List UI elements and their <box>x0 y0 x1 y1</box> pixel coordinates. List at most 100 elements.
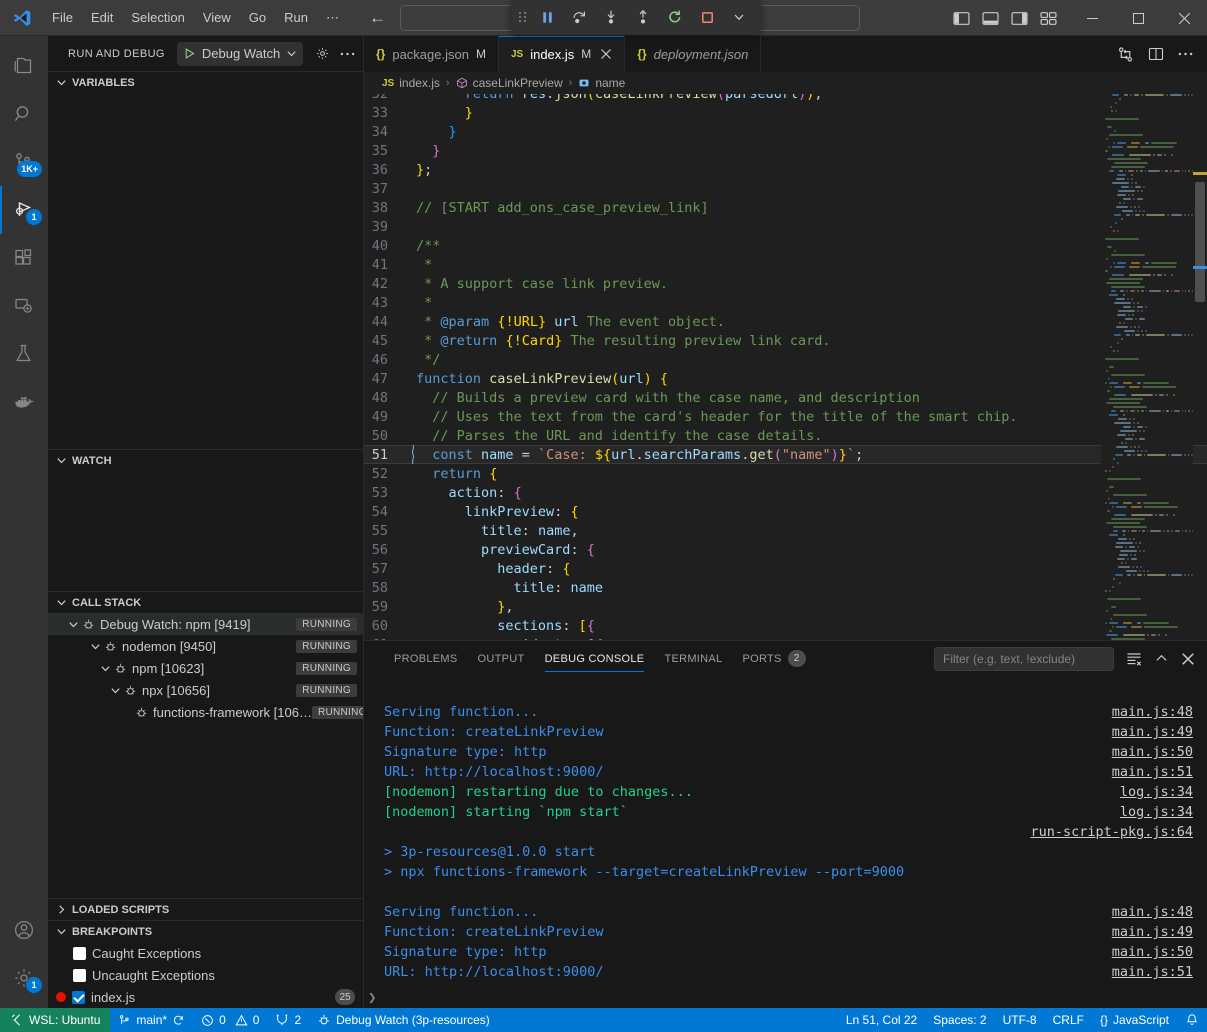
debug-toolbar-drag-handle[interactable] <box>519 12 527 22</box>
code-line[interactable]: 39 <box>364 217 1207 236</box>
activity-bar[interactable]: 1K+ 1 <box>0 36 48 1008</box>
breakpoints-header[interactable]: BREAKPOINTS <box>48 920 363 942</box>
menu-more[interactable]: ⋯ <box>318 6 347 30</box>
call-stack-row[interactable]: npm [10623] RUNNING <box>48 657 363 679</box>
toggle-primary-sidebar-icon[interactable] <box>953 10 970 27</box>
maximize-panel-icon[interactable] <box>1154 651 1169 666</box>
console-source-link[interactable]: main.js:49 <box>1112 724 1193 740</box>
console-input-prompt-icon[interactable]: ❯ <box>368 990 376 1006</box>
toggle-panel-icon[interactable] <box>982 10 999 27</box>
console-filter-input[interactable]: Filter (e.g. text, !exclude) <box>934 647 1114 671</box>
code-line[interactable]: 35 } <box>364 141 1207 160</box>
console-source-link[interactable]: main.js:51 <box>1112 764 1193 780</box>
status-language-mode[interactable]: {} JavaScript <box>1092 1008 1177 1032</box>
step-over-button[interactable] <box>565 4 593 30</box>
status-branch[interactable]: main* <box>110 1008 193 1032</box>
chevron-down-icon[interactable] <box>88 641 102 652</box>
toggle-secondary-sidebar-icon[interactable] <box>1011 10 1028 27</box>
status-indentation[interactable]: Spaces: 2 <box>925 1008 994 1032</box>
code-line[interactable]: 49 // Uses the text from the card's head… <box>364 407 1207 426</box>
call-stack-row[interactable]: nodemon [9450] RUNNING <box>48 635 363 657</box>
editor-vertical-scrollbar[interactable] <box>1193 94 1207 640</box>
close-panel-icon[interactable] <box>1181 652 1195 666</box>
call-stack-header[interactable]: CALL STACK <box>48 591 363 613</box>
debug-configuration-selector[interactable]: Debug Watch <box>177 42 303 66</box>
menu-edit[interactable]: Edit <box>83 6 121 29</box>
debug-more-button[interactable] <box>725 4 753 30</box>
step-into-button[interactable] <box>597 4 625 30</box>
gear-icon[interactable] <box>315 46 330 61</box>
debug-console-output[interactable]: ❯ Serving function...main.js:48Function:… <box>364 676 1207 1008</box>
activity-docker[interactable] <box>0 378 48 426</box>
activity-extensions[interactable] <box>0 234 48 282</box>
maximize-button[interactable] <box>1115 0 1161 36</box>
code-line[interactable]: 40/** <box>364 236 1207 255</box>
sync-icon[interactable] <box>172 1014 185 1027</box>
tab-problems[interactable]: PROBLEMS <box>384 641 468 676</box>
minimap[interactable] <box>1101 94 1193 640</box>
call-stack-row[interactable]: Debug Watch: npm [9419] RUNNING <box>48 613 363 635</box>
breakpoint-row-index-js[interactable]: index.js 25 <box>48 986 363 1008</box>
activity-search[interactable] <box>0 90 48 138</box>
clear-console-icon[interactable] <box>1126 651 1142 667</box>
code-line[interactable]: 59 }, <box>364 597 1207 616</box>
debug-toolbar[interactable] <box>511 0 761 34</box>
chevron-down-icon[interactable] <box>66 619 80 630</box>
breadcrumb[interactable]: JS index.js › caseLinkPreview › name <box>364 72 1207 94</box>
more-actions-icon[interactable] <box>340 52 355 56</box>
panel-tab-bar[interactable]: PROBLEMS OUTPUT DEBUG CONSOLE TERMINAL P… <box>364 641 1207 676</box>
tab-debug-console[interactable]: DEBUG CONSOLE <box>535 641 655 676</box>
activity-testing[interactable] <box>0 330 48 378</box>
menu-file[interactable]: File <box>44 6 81 29</box>
code-line[interactable]: 44 * @param {!URL} url The event object. <box>364 312 1207 331</box>
code-line[interactable]: 58 title: name <box>364 578 1207 597</box>
breadcrumb-item-variable[interactable]: name <box>578 76 625 90</box>
tab-terminal[interactable]: TERMINAL <box>654 641 732 676</box>
pause-button[interactable] <box>533 4 561 30</box>
loaded-scripts-header[interactable]: LOADED SCRIPTS <box>48 898 363 920</box>
console-source-link[interactable]: main.js:48 <box>1112 904 1193 920</box>
variables-header[interactable]: VARIABLES <box>48 71 363 93</box>
window-controls[interactable] <box>1069 0 1207 36</box>
code-line[interactable]: 45 * @return {!Card} The resulting previ… <box>364 331 1207 350</box>
start-debugging-icon[interactable] <box>183 47 196 60</box>
activity-settings[interactable]: 1 <box>0 954 48 1002</box>
go-back-icon[interactable]: ← <box>369 9 386 26</box>
tab-deployment-json[interactable]: {} deployment.json <box>625 36 761 72</box>
checkbox[interactable] <box>73 969 86 982</box>
chevron-down-icon[interactable] <box>108 685 122 696</box>
activity-source-control[interactable]: 1K+ <box>0 138 48 186</box>
code-line-current[interactable]: 51 const name = `Case: ${url.searchParam… <box>364 445 1207 464</box>
menu-go[interactable]: Go <box>241 6 274 29</box>
console-source-link[interactable]: log.js:34 <box>1120 804 1193 820</box>
checkbox[interactable] <box>72 991 85 1004</box>
activity-remote-explorer[interactable] <box>0 282 48 330</box>
code-lines-container[interactable]: 32 return res.json(caseLinkPreview(parse… <box>364 94 1207 640</box>
breadcrumb-item-file[interactable]: JS index.js <box>382 76 440 90</box>
code-line[interactable]: 36}; <box>364 160 1207 179</box>
code-line[interactable]: 48 // Builds a preview card with the cas… <box>364 388 1207 407</box>
close-icon[interactable] <box>600 48 612 60</box>
activity-accounts[interactable] <box>0 906 48 954</box>
activity-run-and-debug[interactable]: 1 <box>0 186 48 234</box>
status-notifications[interactable] <box>1177 1008 1207 1032</box>
activity-explorer[interactable] <box>0 42 48 90</box>
console-source-link[interactable]: main.js:49 <box>1112 924 1193 940</box>
console-source-link[interactable]: main.js:51 <box>1112 964 1193 980</box>
call-stack-row[interactable]: npx [10656] RUNNING <box>48 679 363 701</box>
code-line[interactable]: 42 * A support case link preview. <box>364 274 1207 293</box>
code-line[interactable]: 54 linkPreview: { <box>364 502 1207 521</box>
checkbox[interactable] <box>73 947 86 960</box>
tab-ports[interactable]: PORTS 2 <box>732 641 815 676</box>
minimize-button[interactable] <box>1069 0 1115 36</box>
code-line[interactable]: 61 widgets: [{ <box>364 635 1207 640</box>
code-line[interactable]: 37 <box>364 179 1207 198</box>
layout-controls[interactable] <box>953 0 1057 36</box>
breakpoint-row-caught-exceptions[interactable]: Caught Exceptions <box>48 942 363 964</box>
watch-header[interactable]: WATCH <box>48 449 363 471</box>
tab-index-js[interactable]: JS index.js M <box>499 36 625 72</box>
breadcrumb-item-symbol[interactable]: caseLinkPreview <box>456 76 563 90</box>
tab-package-json[interactable]: {} package.json M <box>364 36 499 72</box>
code-line[interactable]: 38// [START add_ons_case_preview_link] <box>364 198 1207 217</box>
step-out-button[interactable] <box>629 4 657 30</box>
